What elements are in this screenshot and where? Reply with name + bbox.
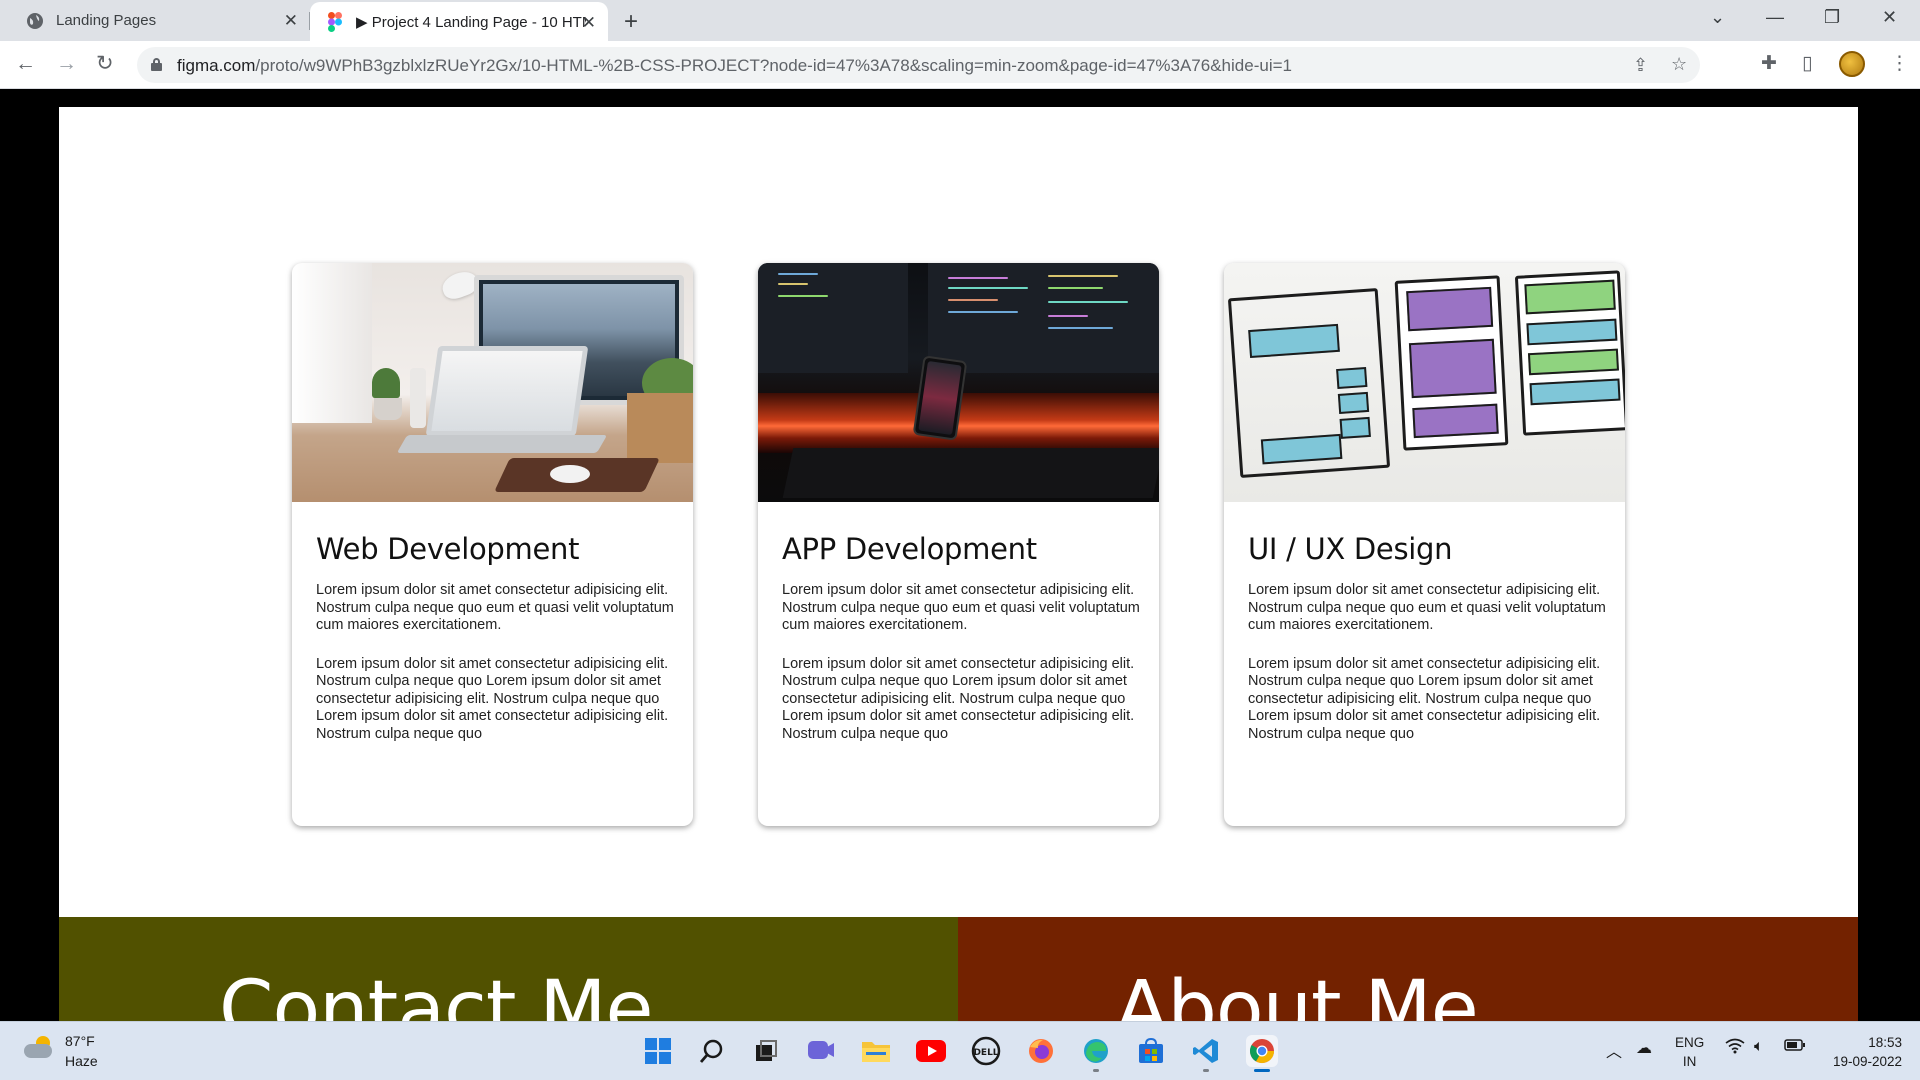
tab-landing-pages[interactable]: Landing Pages ✕ — [0, 0, 310, 41]
reload-icon[interactable]: ↻ — [96, 53, 114, 75]
desk-workspace-image — [292, 263, 693, 502]
address-bar[interactable]: figma.com/proto/w9WPhB3gzblxlzRUeYr2Gx/1… — [137, 47, 1700, 83]
menu-kebab-icon[interactable]: ⋮ — [1890, 52, 1909, 75]
back-icon[interactable]: ← — [15, 53, 36, 75]
show-hidden-icons-chevron-icon[interactable]: ︿ — [1606, 1038, 1622, 1062]
url-text: figma.com/proto/w9WPhB3gzblxlzRUeYr2Gx/1… — [177, 56, 1292, 75]
weather-haze-icon[interactable] — [24, 1036, 54, 1060]
windows-taskbar: 87°F Haze DELL ︿ ☁ ENG IN 🔈︎ 18:53 19-09… — [0, 1021, 1920, 1080]
lock-icon[interactable] — [151, 58, 162, 71]
edge-icon[interactable] — [1080, 1035, 1112, 1072]
card-paragraph: Lorem ipsum dolor sit amet consectetur a… — [316, 582, 674, 633]
browser-toolbar: ← → ↻ figma.com/proto/w9WPhB3gzblxlzRUeY… — [0, 41, 1920, 89]
tab-title: Landing Pages — [56, 12, 157, 29]
dell-icon[interactable]: DELL — [970, 1035, 1002, 1067]
page-viewport: Web Development Lorem ipsum dolor sit am… — [0, 89, 1920, 1021]
volume-icon[interactable]: 🔈︎ — [1754, 1038, 1764, 1056]
tab-search-chevron-icon[interactable]: ⌄ — [1710, 7, 1725, 28]
card-paragraph: Lorem ipsum dolor sit amet consectetur a… — [782, 655, 1135, 742]
chrome-icon[interactable] — [1246, 1035, 1278, 1072]
vscode-icon[interactable] — [1190, 1035, 1222, 1072]
card-paragraph: Lorem ipsum dolor sit amet consectetur a… — [316, 655, 669, 742]
card-title: APP Development — [782, 532, 1037, 566]
card-title: Web Development — [316, 532, 580, 566]
restore-icon[interactable]: ❐ — [1824, 7, 1840, 28]
side-panel-icon[interactable]: ▯ — [1802, 52, 1812, 75]
wireframe-sketch-image — [1224, 263, 1625, 502]
minimize-icon[interactable]: — — [1766, 7, 1784, 28]
teams-chat-icon[interactable] — [805, 1035, 837, 1067]
tab-strip: Landing Pages ✕ ▶ Project 4 Landing Page… — [0, 0, 1920, 41]
about-heading: About Me — [1115, 965, 1479, 1021]
wifi-icon[interactable] — [1725, 1038, 1745, 1059]
forward-icon[interactable]: → — [56, 53, 77, 75]
firefox-icon[interactable] — [1025, 1035, 1057, 1067]
extensions-icon[interactable]: ✚ — [1761, 52, 1777, 75]
file-explorer-icon[interactable] — [860, 1035, 892, 1067]
contact-section: Contact Me — [59, 917, 958, 1021]
language-indicator[interactable]: ENG IN — [1675, 1033, 1704, 1071]
close-window-icon[interactable]: ✕ — [1882, 7, 1897, 28]
store-icon[interactable] — [1135, 1035, 1167, 1067]
weather-temperature[interactable]: 87°F — [65, 1033, 95, 1049]
figma-icon — [326, 11, 344, 32]
tab-project-4[interactable]: ▶ Project 4 Landing Page - 10 HTML + CSS… — [310, 2, 608, 41]
clock[interactable]: 18:53 19-09-2022 — [1822, 1033, 1902, 1071]
profile-avatar[interactable] — [1839, 51, 1865, 77]
tab-title: ▶ Project 4 Landing Page - 10 HTML + CSS… — [356, 13, 586, 31]
new-tab-icon[interactable]: + — [624, 8, 638, 36]
card-paragraph: Lorem ipsum dolor sit amet consectetur a… — [1248, 655, 1601, 742]
svg-text:DELL: DELL — [973, 1048, 998, 1058]
code-setup-image — [758, 263, 1159, 502]
card-title: UI / UX Design — [1248, 532, 1453, 566]
card-paragraph: Lorem ipsum dolor sit amet consectetur a… — [1248, 582, 1606, 633]
service-card-uiux: UI / UX Design Lorem ipsum dolor sit ame… — [1224, 263, 1625, 826]
bookmark-star-icon[interactable]: ☆ — [1671, 54, 1687, 75]
onedrive-cloud-icon[interactable]: ☁ — [1636, 1038, 1652, 1058]
card-paragraph: Lorem ipsum dolor sit amet consectetur a… — [782, 582, 1140, 633]
start-icon[interactable] — [642, 1035, 674, 1067]
share-icon[interactable]: ⇪ — [1633, 55, 1648, 76]
contact-heading: Contact Me — [219, 965, 654, 1021]
page-header-strip — [59, 89, 1858, 107]
about-section: About Me — [958, 917, 1858, 1021]
service-card-web: Web Development Lorem ipsum dolor sit am… — [292, 263, 693, 826]
service-card-app: APP Development Lorem ipsum dolor sit am… — [758, 263, 1159, 826]
globe-icon — [26, 12, 44, 30]
close-tab-icon[interactable]: ✕ — [582, 14, 596, 31]
weather-condition[interactable]: Haze — [65, 1053, 98, 1069]
prototype-frame: Web Development Lorem ipsum dolor sit am… — [59, 89, 1858, 1021]
search-icon[interactable] — [696, 1035, 728, 1067]
youtube-icon[interactable] — [915, 1035, 947, 1067]
close-tab-icon[interactable]: ✕ — [284, 12, 298, 29]
battery-icon[interactable] — [1784, 1038, 1806, 1057]
task-view-icon[interactable] — [750, 1035, 782, 1067]
